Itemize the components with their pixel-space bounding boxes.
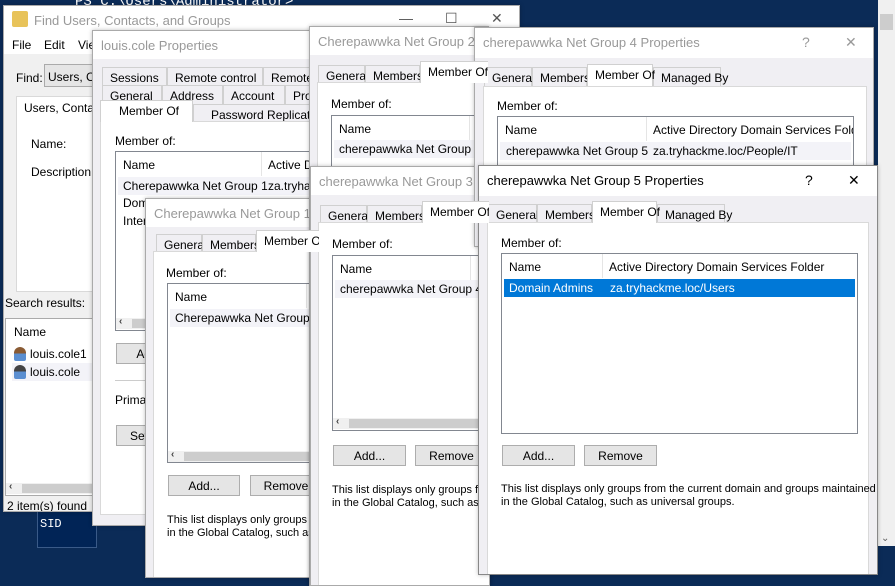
- description-label: Description:: [31, 165, 95, 179]
- close-button[interactable]: ✕: [845, 34, 857, 51]
- column-folder[interactable]: Active Directory Domain Services Folder: [653, 123, 853, 137]
- tab-general[interactable]: General: [484, 67, 535, 87]
- member-of-label: Member of:: [332, 237, 393, 251]
- info-note: This list displays only groups from the …: [167, 514, 319, 539]
- member-of-label: Member of:: [166, 266, 227, 280]
- help-button[interactable]: ?: [805, 172, 813, 188]
- horizontal-scrollbar[interactable]: ‹: [168, 449, 319, 462]
- window-title: cherepawwka Net Group 3 Properties: [319, 174, 489, 189]
- group-row-selected[interactable]: Domain Admins za.tryhackme.loc/Users: [504, 279, 855, 297]
- tab-members[interactable]: Members: [532, 67, 590, 87]
- info-note: This list displays only groups from the …: [501, 483, 876, 508]
- column-name[interactable]: Name: [339, 122, 371, 136]
- member-of-label: Member of:: [331, 97, 392, 111]
- help-button[interactable]: ?: [802, 34, 810, 50]
- minimize-button[interactable]: —: [399, 10, 413, 26]
- status-text: 2 item(s) found: [7, 499, 88, 512]
- tab-member-of[interactable]: Member Of: [100, 100, 193, 122]
- tab-remote-control[interactable]: Remote control: [167, 67, 263, 87]
- column-name[interactable]: Name: [123, 158, 155, 172]
- group-row[interactable]: cherepawwka Net Group 5 za.tryhackme.loc/…: [500, 142, 851, 160]
- tab-general[interactable]: General: [488, 204, 539, 224]
- group-row[interactable]: Cherepawwka Net Group 2: [170, 309, 319, 327]
- tab-members[interactable]: Members: [537, 204, 595, 224]
- horizontal-scrollbar[interactable]: ‹: [333, 416, 489, 429]
- name-label: Name:: [31, 137, 67, 151]
- member-of-label: Member of:: [501, 236, 562, 250]
- window-title: Find Users, Contacts, and Groups: [34, 13, 231, 28]
- scroll-down-icon[interactable]: ⌄: [881, 533, 889, 544]
- group3-properties-window: cherepawwka Net Group 3 Properties Gener…: [310, 166, 490, 586]
- tab-managed-by[interactable]: Managed By: [653, 67, 728, 87]
- add-button[interactable]: Add...: [333, 445, 406, 466]
- column-name[interactable]: Name: [14, 325, 46, 339]
- member-of-label: Member of:: [497, 99, 558, 113]
- add-button[interactable]: Add...: [168, 475, 240, 496]
- close-button[interactable]: ✕: [848, 172, 860, 189]
- group-row[interactable]: cherepawwka Net Group 3: [334, 140, 488, 158]
- window-title: louis.cole Properties: [101, 38, 219, 53]
- group5-properties-window: cherepawwka Net Group 5 Properties ? ✕ G…: [478, 165, 878, 575]
- column-name[interactable]: Name: [505, 123, 537, 137]
- menu-file[interactable]: File: [12, 38, 31, 52]
- column-name[interactable]: Name: [340, 262, 372, 276]
- user-icon: [14, 347, 26, 361]
- column-name[interactable]: Name: [175, 290, 207, 304]
- window-title: Cherepawwka Net Group 2 Properties: [318, 34, 488, 49]
- background-scrollbar[interactable]: ⌄: [878, 0, 895, 546]
- search-results-label: Search results:: [5, 296, 86, 310]
- tab-member-of[interactable]: Member Of: [256, 230, 319, 252]
- menu-edit[interactable]: Edit: [44, 38, 65, 52]
- maximize-button[interactable]: ☐: [445, 10, 458, 27]
- window-title: cherepawwka Net Group 4 Properties: [483, 35, 700, 50]
- tab-member-of[interactable]: Member Of: [422, 201, 489, 223]
- group1-properties-window: Cherepawwka Net Group 1 Properties Gener…: [145, 198, 320, 578]
- group-row[interactable]: cherepawwka Net Group 4: [335, 280, 489, 298]
- find-label: Find:: [16, 71, 43, 85]
- user-icon: [14, 365, 26, 379]
- tab-sessions[interactable]: Sessions: [102, 67, 167, 87]
- tab-member-of[interactable]: Member Of: [420, 61, 488, 83]
- tab-account[interactable]: Account: [223, 85, 285, 105]
- tab-managed-by[interactable]: Managed By: [657, 204, 732, 224]
- sid-panel: SID: [37, 510, 97, 548]
- add-button[interactable]: Add...: [502, 445, 575, 466]
- window-title: cherepawwka Net Group 5 Properties: [487, 173, 704, 188]
- info-note: This list displays only groups from the …: [332, 484, 489, 509]
- window-title: Cherepawwka Net Group 1 Properties: [154, 206, 319, 221]
- column-name[interactable]: Name: [509, 260, 541, 274]
- column-folder[interactable]: Active Directory Domain Services Folder: [609, 260, 824, 274]
- tab-member-of[interactable]: Member Of: [587, 64, 655, 86]
- remove-button[interactable]: Remove: [584, 445, 657, 466]
- close-button[interactable]: ✕: [491, 10, 503, 27]
- find-icon: [12, 11, 28, 27]
- group-row[interactable]: Cherepawwka Net Group 1za.tryhackme.loc: [118, 177, 331, 195]
- tab-member-of[interactable]: Member Of: [592, 201, 660, 223]
- sid-text: SID: [40, 517, 62, 531]
- member-of-label: Member of:: [115, 134, 176, 148]
